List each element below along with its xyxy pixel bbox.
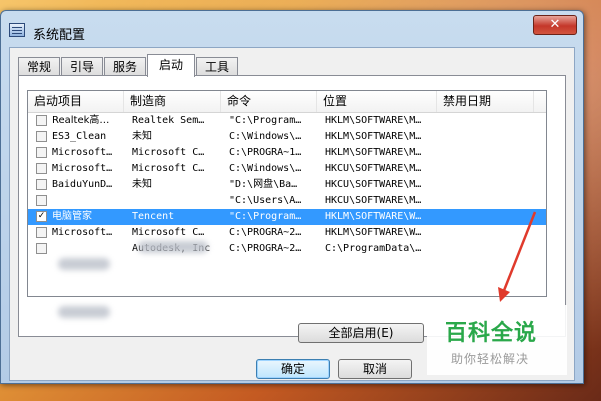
- watermark-panel: 百科全说 助你轻松解决: [427, 305, 567, 375]
- arrow-line: [501, 211, 537, 294]
- tab-startup[interactable]: 启动: [147, 54, 195, 77]
- watermark-subtitle: 助你轻松解决: [451, 352, 530, 366]
- watermark-title: 百科全说: [445, 321, 538, 346]
